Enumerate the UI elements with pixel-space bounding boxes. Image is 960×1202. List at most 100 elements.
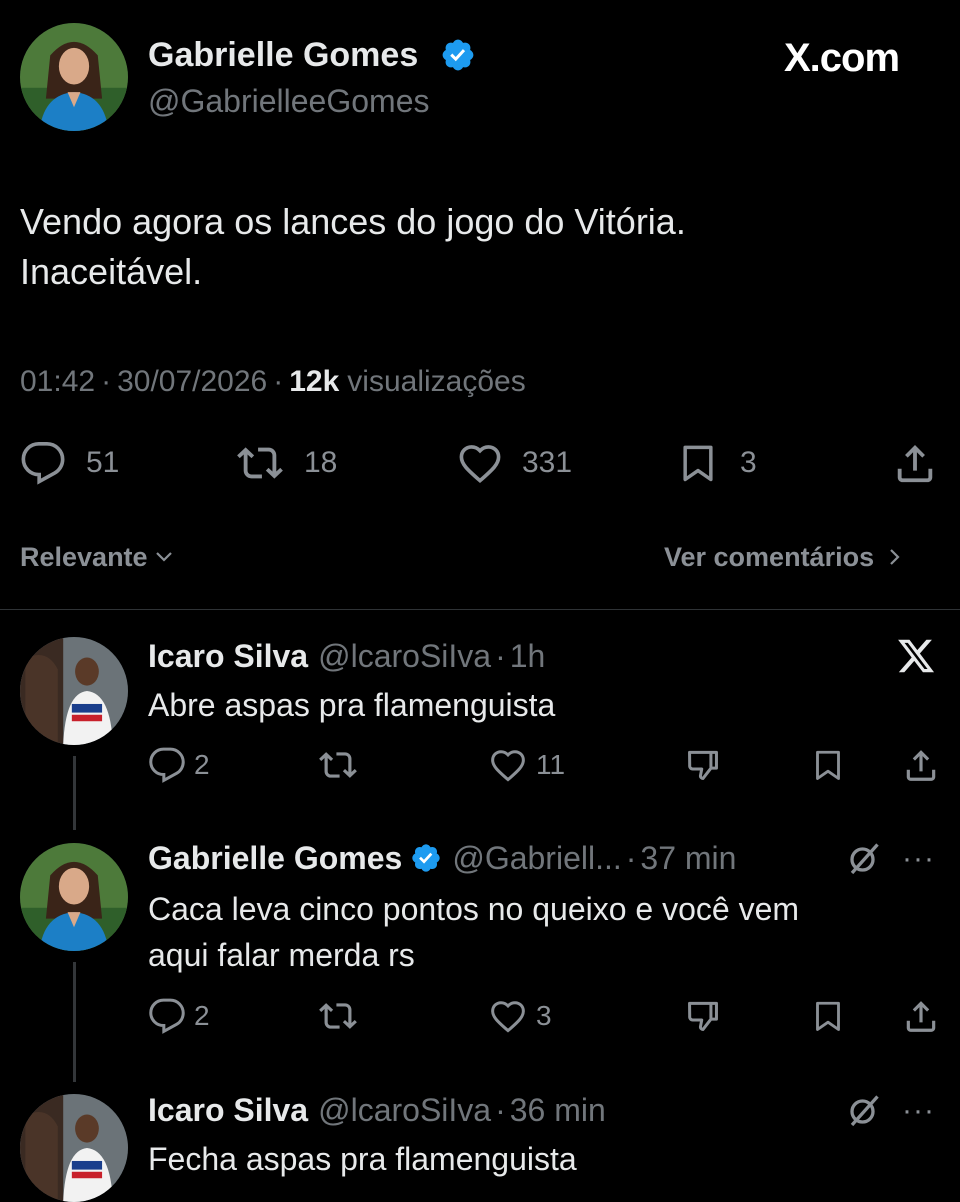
grok-icon[interactable] [846,1092,882,1133]
reply-count: 2 [194,749,210,780]
share-icon [902,997,940,1035]
reply-header: Icaro Silva @lcaroSiIva · 1h [148,635,545,677]
x-logo-icon [896,636,936,681]
author-name[interactable]: Gabrielle Gomes [148,33,418,77]
reply-button[interactable]: 2 [148,746,210,784]
reply-text-line: aqui falar merda rs [148,937,415,973]
like-count: 3 [536,1000,552,1031]
reply-button[interactable]: 2 [148,997,210,1035]
bookmark-icon [810,997,846,1035]
author-handle[interactable]: @GabrielleeGomes [148,80,429,122]
bookmark-button[interactable] [810,746,846,789]
heart-icon [488,746,528,784]
meta-separator: · [101,365,112,398]
dislike-icon [684,997,722,1035]
tweet-text-line: Vendo agora os lances do jogo do Vitória… [20,201,686,242]
share-button[interactable] [902,746,940,789]
see-comments-link[interactable]: Ver comentários [664,538,906,576]
reply-icon [148,746,186,784]
bookmark-button[interactable]: 3 [676,440,757,486]
reply-handle[interactable]: @Gabriell... [452,837,621,879]
retweet-icon [316,746,360,784]
sort-dropdown[interactable]: Relevante [20,538,176,576]
thread-line [73,962,76,1082]
meta-separator: · [273,365,284,398]
tweet-text-line: Inaceitável. [20,251,203,292]
grok-icon[interactable] [846,840,882,881]
reply-text: Abre aspas pra flamenguista [148,687,556,723]
tweet-meta: 01:42 · 30/07/2026 · 12k visualizações [20,362,526,402]
tweet-date[interactable]: 30/07/2026 [117,362,267,402]
reply-count: 2 [194,1000,210,1031]
chevron-right-icon [890,549,900,565]
heart-icon [488,997,528,1035]
reply-avatar-image [20,637,128,745]
tweet-text: Vendo agora os lances do jogo do Vitória… [20,197,686,297]
reply-icon [20,440,66,486]
meta-separator: · [495,1092,506,1128]
sort-label: Relevante [20,542,148,572]
reply-text-line: Caca leva cinco pontos no queixo e você … [148,891,800,927]
views-count: 12k [289,365,340,398]
author-avatar[interactable] [20,23,128,131]
retweet-button[interactable] [316,746,360,789]
meta-separator: · [625,840,637,876]
reply-count: 51 [86,446,120,479]
retweet-button[interactable] [316,997,360,1040]
verified-badge-icon [440,37,476,73]
dislike-button[interactable] [684,746,722,789]
thread-line [73,756,76,830]
reply-time[interactable]: 37 min [640,837,736,879]
reply-header: Icaro Silva @lcaroSiIva · 36 min [148,1089,606,1131]
like-count: 331 [522,446,573,479]
reply-avatar[interactable] [20,843,128,951]
x-com-logo: X.com [784,30,924,86]
reply-text: Caca leva cinco pontos no queixo e você … [148,886,799,978]
reply-author-name[interactable]: Icaro Silva [148,1089,308,1131]
bookmark-icon [676,440,720,486]
like-count: 11 [536,749,566,780]
share-icon [892,440,938,486]
reply-time[interactable]: 36 min [510,1089,606,1131]
share-icon [902,746,940,784]
more-options-icon[interactable]: ··· [902,1096,935,1126]
bookmark-icon [810,746,846,784]
share-button[interactable] [892,440,938,491]
reply-icon [148,997,186,1035]
heart-icon [456,440,504,486]
author-avatar-image [20,23,128,131]
reply-handle[interactable]: @lcaroSiIva [318,635,491,677]
reply-text: Fecha aspas pra flamenguista [148,1141,577,1177]
views-label: visualizações [347,365,526,398]
share-button[interactable] [902,997,940,1040]
retweet-icon [234,440,286,486]
bookmark-count: 3 [740,446,757,479]
retweet-icon [316,997,360,1035]
reply-button[interactable]: 51 [20,440,119,486]
chevron-down-icon [155,552,172,562]
reply-avatar-image [20,1094,128,1202]
see-comments-label: Ver comentários [664,542,875,572]
reply-author-name[interactable]: Gabrielle Gomes [148,837,402,879]
reply-handle[interactable]: @lcaroSiIva [318,1089,491,1131]
verified-badge-icon [410,842,442,874]
tweet-time[interactable]: 01:42 [20,362,95,402]
retweet-count: 18 [304,446,338,479]
meta-separator: · [495,638,506,674]
bookmark-button[interactable] [810,997,846,1040]
like-button[interactable]: 3 [488,997,552,1035]
x-com-logo-text: X.com [784,35,900,80]
reply-author-name[interactable]: Icaro Silva [148,635,308,677]
reply-avatar[interactable] [20,1094,128,1202]
more-options-icon[interactable]: ··· [902,844,935,874]
like-button[interactable]: 11 [488,746,565,784]
reply-header: Gabrielle Gomes @Gabriell... · 37 min [148,837,736,879]
reply-avatar-image [20,843,128,951]
dislike-button[interactable] [684,997,722,1040]
reply-avatar[interactable] [20,637,128,745]
like-button[interactable]: 331 [456,440,572,486]
reply-time[interactable]: 1h [510,635,546,677]
section-divider [0,609,960,610]
retweet-button[interactable]: 18 [234,440,337,486]
dislike-icon [684,746,722,784]
